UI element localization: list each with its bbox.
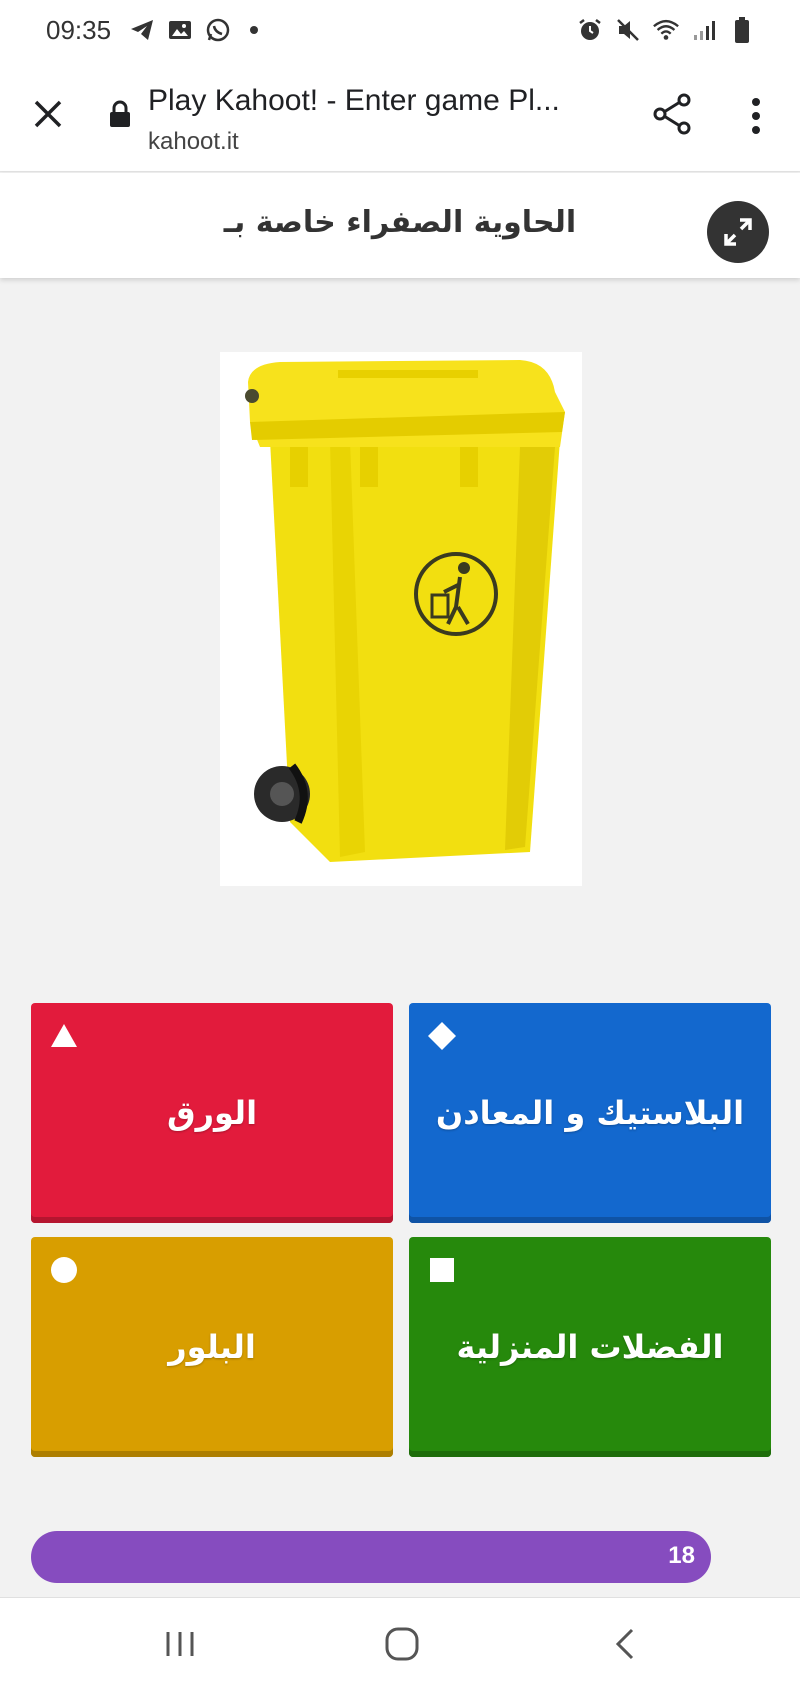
alarm-icon: [576, 16, 604, 44]
close-icon: [34, 100, 62, 128]
mute-icon: [614, 16, 642, 44]
signal-icon: [690, 16, 718, 44]
battery-icon: [728, 16, 756, 44]
answer-button-triangle[interactable]: الورق: [31, 1003, 393, 1223]
answer-button-square[interactable]: الفضلات المنزلية: [409, 1237, 771, 1457]
close-button[interactable]: [28, 94, 68, 134]
more-vert-icon: [752, 98, 760, 134]
status-right-icons: [576, 16, 756, 44]
whatsapp-icon: [204, 16, 232, 44]
lock-icon: [108, 100, 132, 128]
home-button[interactable]: [382, 1624, 422, 1664]
answer-button-diamond[interactable]: البلاستيك و المعادن: [409, 1003, 771, 1223]
status-bar: 09:35: [0, 0, 800, 62]
wifi-icon: [652, 16, 680, 44]
page-title: Play Kahoot! - Enter game Pl...: [148, 84, 560, 117]
expand-icon: [724, 218, 752, 246]
answer-button-circle[interactable]: البلور: [31, 1237, 393, 1457]
square-icon: [430, 1258, 454, 1282]
recents-icon: [166, 1632, 194, 1656]
yellow-bin-image: [220, 352, 582, 886]
back-button[interactable]: [606, 1624, 646, 1664]
home-icon: [385, 1627, 419, 1661]
gallery-icon: [166, 16, 194, 44]
answer-label: الورق: [166, 1094, 258, 1132]
answer-label: الفضلات المنزلية: [456, 1328, 724, 1366]
more-options-button[interactable]: [740, 94, 772, 138]
question-image: [220, 352, 582, 886]
answer-label: البلور: [168, 1328, 256, 1366]
browser-toolbar: Play Kahoot! - Enter game Pl... kahoot.i…: [0, 62, 800, 172]
question-title: الحاوية الصفراء خاصة بـ: [223, 205, 577, 240]
timer-count: 18: [668, 1542, 695, 1569]
expand-button[interactable]: [707, 201, 769, 263]
status-time: 09:35: [46, 15, 112, 45]
answer-label: البلاستيك و المعادن: [435, 1094, 745, 1132]
back-icon: [615, 1628, 634, 1660]
timer-bar: 18: [31, 1531, 711, 1583]
question-header: الحاوية الصفراء خاصة بـ: [0, 173, 800, 278]
telegram-icon: [128, 16, 156, 44]
circle-icon: [51, 1257, 77, 1283]
system-nav-bar: [0, 1597, 800, 1688]
share-icon: [653, 93, 691, 135]
status-left-icons: [128, 16, 258, 44]
diamond-icon: [428, 1022, 456, 1050]
share-button[interactable]: [648, 90, 696, 138]
notification-dot-icon: [250, 26, 258, 34]
page-url[interactable]: kahoot.it: [148, 128, 239, 156]
triangle-icon: [51, 1024, 77, 1047]
recents-button[interactable]: [160, 1624, 200, 1664]
